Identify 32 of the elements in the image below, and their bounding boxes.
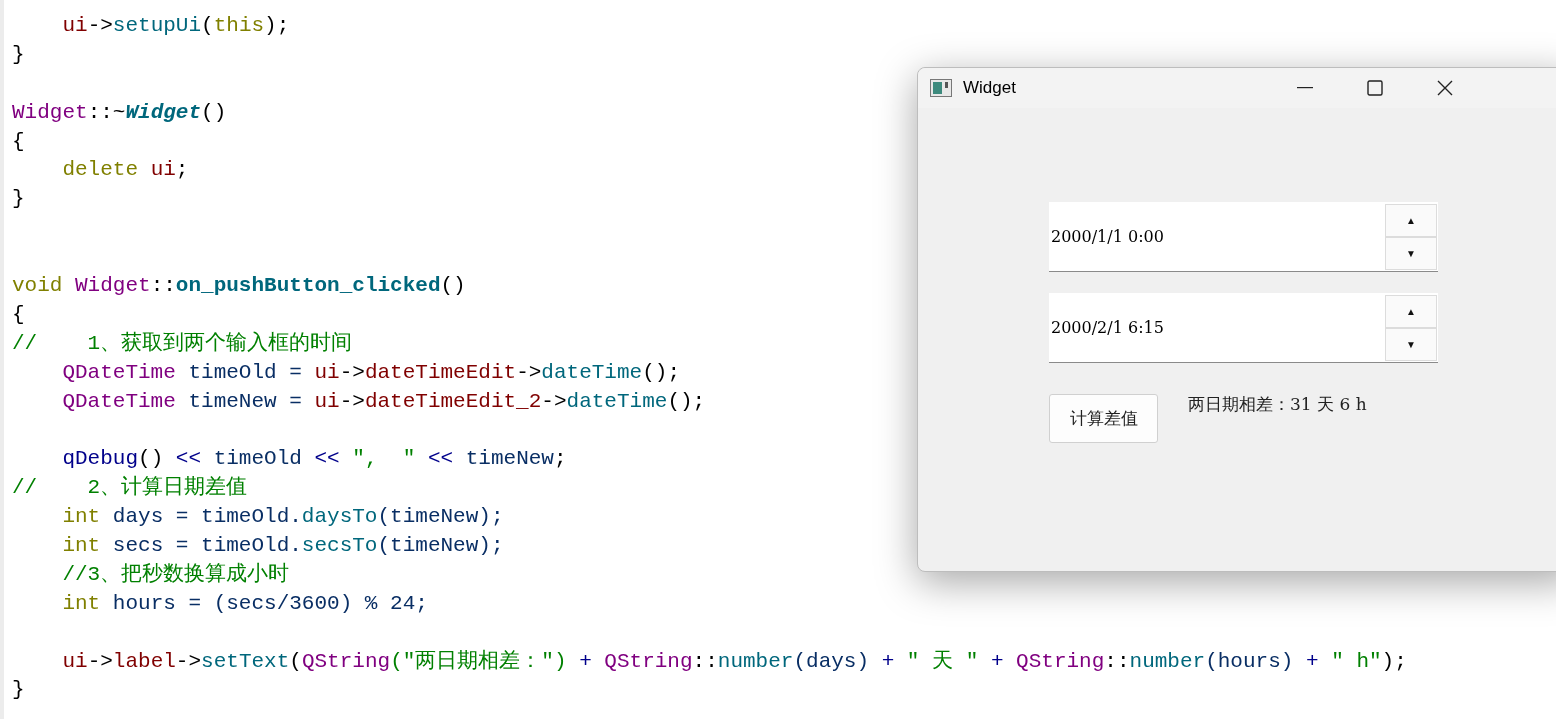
code-line: }: [12, 186, 25, 213]
calculate-button[interactable]: 计算差值: [1049, 394, 1158, 443]
code-line: }: [12, 677, 25, 704]
code-line: delete ui;: [61, 157, 189, 184]
spin-up-button[interactable]: ▲: [1385, 294, 1437, 328]
datetime-edit[interactable]: 2000/2/1 6:15 ▲ ▼: [1049, 293, 1438, 363]
code-line: //3、把秒数换算成小时: [61, 561, 290, 588]
maximize-icon[interactable]: [1367, 80, 1383, 96]
code-line: QDateTime timeNew = ui->dateTimeEdit_2->dateTime();: [61, 388, 706, 415]
code-line: qDebug() << timeOld << ", " << timeNew;: [61, 446, 567, 473]
code-line: int days = timeOld.daysTo(timeNew);: [61, 504, 504, 531]
app-icon: [930, 79, 952, 97]
code-line: void Widget::on_pushButton_clicked(): [12, 273, 466, 299]
code-line: ui->label->setText(QString("两日期相差：") + QString::number(days) + " 天 " + QString::number(hours) + " h");: [61, 648, 1407, 675]
spin-up-button[interactable]: ▲: [1385, 203, 1437, 237]
code-line: }: [12, 41, 25, 68]
datetime-edit[interactable]: 2000/1/1 0:00 ▲ ▼: [1049, 202, 1438, 272]
code-line: ui->setupUi(this);: [61, 13, 290, 39]
code-line: // 1、获取到两个输入框的时间: [12, 330, 353, 357]
result-label: 两日期相差：31 天 6 h: [1188, 393, 1367, 416]
code-line: int hours = (secs/3600) % 24;: [61, 590, 428, 617]
code-line: int secs = timeOld.secsTo(timeNew);: [61, 533, 504, 560]
code-line: QDateTime timeOld = ui->dateTimeEdit->dateTime();: [61, 359, 680, 386]
spin-down-button[interactable]: ▼: [1385, 236, 1437, 270]
code-line: {: [12, 301, 25, 328]
spin-down-button[interactable]: ▼: [1385, 327, 1437, 361]
window-title: Widget: [963, 77, 1016, 100]
code-line: {: [12, 128, 25, 155]
code-line: Widget::~Widget(): [12, 99, 227, 126]
close-icon[interactable]: [1437, 80, 1453, 96]
minimize-icon[interactable]: [1297, 87, 1313, 89]
code-line: // 2、计算日期差值: [12, 474, 248, 502]
